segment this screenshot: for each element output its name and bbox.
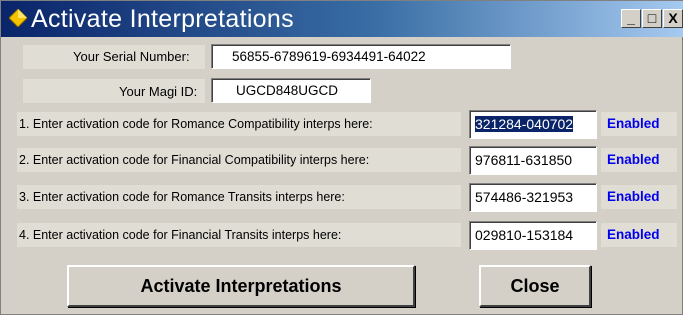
- romance-compatibility-label: 1. Enter activation code for Romance Com…: [17, 112, 461, 136]
- close-window-button[interactable]: X: [663, 9, 683, 28]
- serial-number-field[interactable]: 56855-6789619-6934491-64022: [211, 44, 511, 69]
- romance-transits-code-input[interactable]: 574486-321953: [469, 183, 597, 212]
- magi-id-field[interactable]: UGCD848UGCD: [211, 78, 371, 103]
- minimize-button[interactable]: _: [621, 9, 641, 28]
- romance-compatibility-status: Enabled: [601, 112, 677, 136]
- romance-transits-status: Enabled: [601, 185, 677, 209]
- romance-transits-label: 3. Enter activation code for Romance Tra…: [17, 185, 461, 209]
- magi-id-label: Your Magi ID:: [119, 84, 198, 99]
- activate-interpretations-button[interactable]: Activate Interpretations: [67, 265, 415, 307]
- financial-compatibility-code-input[interactable]: 976811-631850: [469, 146, 597, 175]
- financial-transits-status: Enabled: [601, 223, 677, 247]
- close-button[interactable]: Close: [479, 265, 591, 307]
- activate-interpretations-window: Activate Interpretations _ □ X Your Seri…: [0, 0, 683, 315]
- financial-compatibility-status: Enabled: [601, 148, 677, 172]
- yellow-diamond-icon: [9, 9, 27, 27]
- financial-transits-label: 4. Enter activation code for Financial T…: [17, 223, 461, 247]
- window-title: Activate Interpretations: [31, 5, 294, 33]
- title-bar[interactable]: Activate Interpretations _ □ X: [1, 1, 683, 37]
- serial-label: Your Serial Number:: [73, 49, 190, 64]
- maximize-button[interactable]: □: [642, 9, 662, 28]
- financial-transits-code-input[interactable]: 029810-153184: [469, 221, 597, 250]
- romance-compatibility-code-input[interactable]: 321284-040702: [469, 110, 597, 139]
- financial-compatibility-label: 2. Enter activation code for Financial C…: [17, 148, 461, 172]
- selected-code-text: 321284-040702: [475, 116, 574, 132]
